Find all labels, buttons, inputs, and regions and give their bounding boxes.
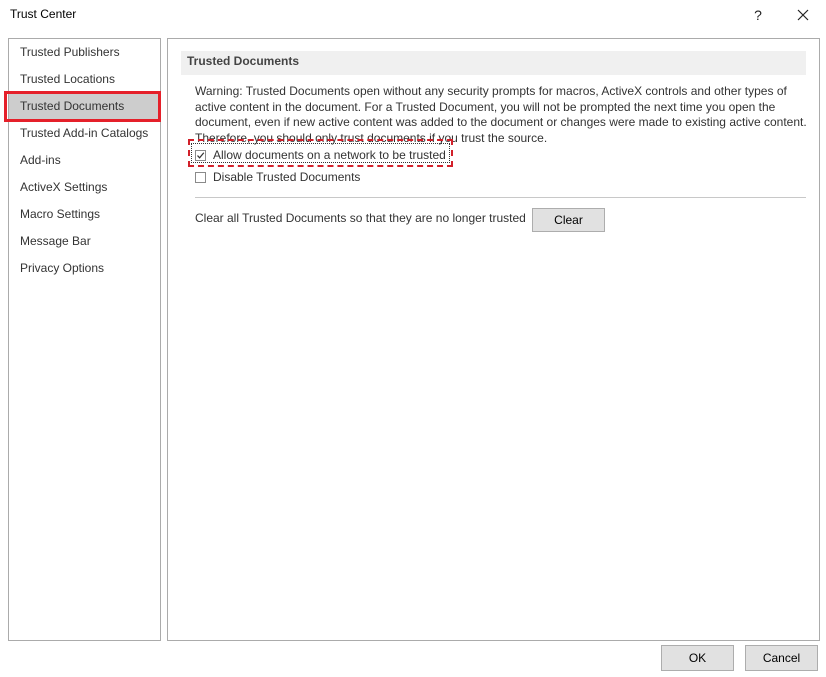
trust-center-dialog: Trust Center ? Trusted Publishers Truste… — [0, 0, 826, 677]
section-header: Trusted Documents — [181, 51, 806, 75]
checkmark-icon — [197, 151, 205, 159]
sidebar-item-add-ins[interactable]: Add-ins — [9, 147, 160, 173]
close-button[interactable] — [788, 2, 818, 28]
sidebar-item-trusted-add-in-catalogs[interactable]: Trusted Add-in Catalogs — [9, 120, 160, 146]
main-panel: Trusted Documents Warning: Trusted Docum… — [167, 38, 820, 641]
sidebar-item-privacy-options[interactable]: Privacy Options — [9, 255, 160, 281]
sidebar-item-message-bar[interactable]: Message Bar — [9, 228, 160, 254]
disable-trusted-docs-checkbox[interactable] — [195, 171, 206, 183]
sidebar-item-trusted-locations[interactable]: Trusted Locations — [9, 66, 160, 92]
ok-button[interactable]: OK — [661, 645, 734, 671]
allow-network-checkbox[interactable] — [195, 149, 206, 161]
help-button[interactable]: ? — [743, 2, 773, 28]
disable-trusted-docs-checkbox-row[interactable]: Disable Trusted Documents — [195, 170, 360, 184]
clear-description: Clear all Trusted Documents so that they… — [195, 211, 526, 225]
title-bar: Trust Center ? — [0, 0, 826, 30]
warning-text: Warning: Trusted Documents open without … — [195, 84, 807, 145]
allow-network-label[interactable]: Allow documents on a network to be trust… — [213, 148, 446, 162]
sidebar-item-macro-settings[interactable]: Macro Settings — [9, 201, 160, 227]
sidebar: Trusted Publishers Trusted Locations Tru… — [8, 38, 161, 641]
section-title: Trusted Documents — [187, 54, 300, 68]
divider — [195, 197, 806, 198]
cancel-button[interactable]: Cancel — [745, 645, 818, 671]
clear-button[interactable]: Clear — [532, 208, 605, 232]
allow-network-checkbox-row[interactable]: Allow documents on a network to be trust… — [195, 148, 446, 162]
disable-trusted-docs-label[interactable]: Disable Trusted Documents — [213, 170, 360, 184]
sidebar-item-trusted-documents[interactable]: Trusted Documents — [9, 93, 160, 119]
sidebar-item-trusted-publishers[interactable]: Trusted Publishers — [9, 39, 160, 65]
sidebar-item-activex-settings[interactable]: ActiveX Settings — [9, 174, 160, 200]
window-title: Trust Center — [10, 7, 77, 21]
close-icon — [797, 9, 809, 21]
